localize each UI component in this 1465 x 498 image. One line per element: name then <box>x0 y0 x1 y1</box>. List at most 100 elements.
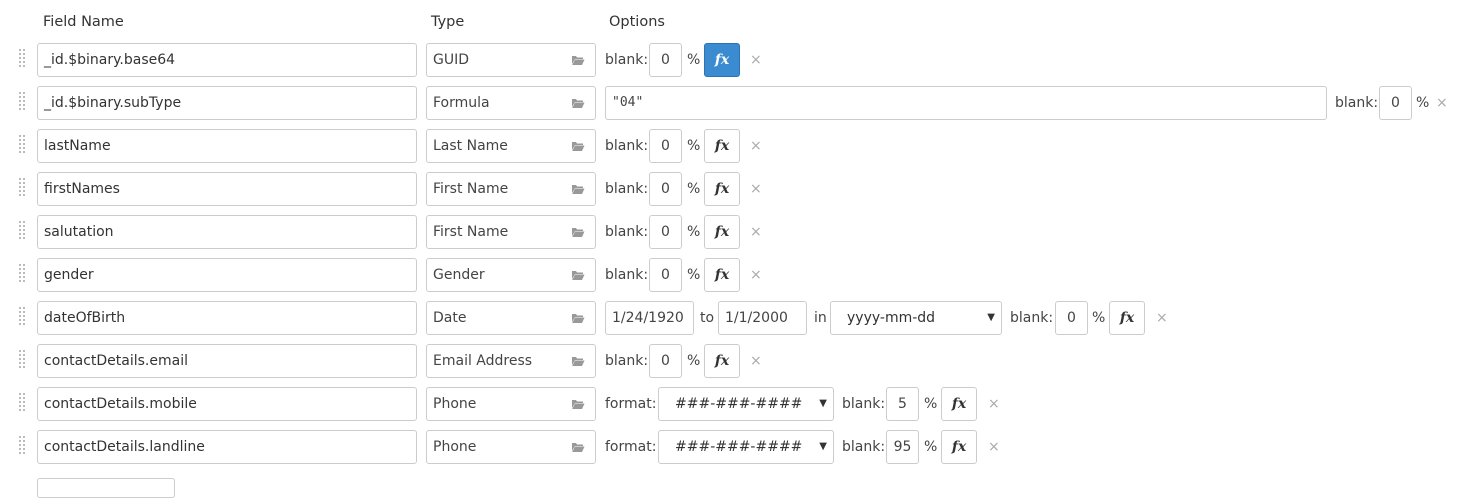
chevron-down-icon: ▼ <box>987 312 995 323</box>
type-label: Last Name <box>433 138 508 154</box>
type-selector-button[interactable]: Date <box>426 301 596 335</box>
field-row: gender Gender blank: 0 % fx × <box>0 258 1465 292</box>
drag-handle-icon[interactable] <box>19 221 27 241</box>
field-name-input[interactable]: contactDetails.email <box>37 344 417 378</box>
drag-handle-icon[interactable] <box>19 393 27 413</box>
type-selector-button[interactable]: First Name <box>426 215 596 249</box>
field-name-input[interactable]: gender <box>37 258 417 292</box>
close-icon[interactable]: × <box>750 215 762 249</box>
type-selector-button[interactable]: Formula <box>426 86 596 120</box>
type-label: Date <box>433 310 467 326</box>
folder-icon <box>572 142 585 151</box>
blank-percent-input[interactable]: 0 <box>649 258 682 292</box>
folder-icon <box>572 271 585 280</box>
field-name-input[interactable]: _id.$binary.subType <box>37 86 417 120</box>
type-selector-button[interactable]: Phone <box>426 430 596 464</box>
type-label: Phone <box>433 396 477 412</box>
chevron-down-icon: ▼ <box>819 398 827 409</box>
blank-percent-input[interactable]: 0 <box>1379 86 1412 120</box>
type-selector-button[interactable]: GUID <box>426 43 596 77</box>
folder-icon <box>572 400 585 409</box>
type-label: First Name <box>433 181 509 197</box>
field-name-input[interactable]: lastName <box>37 129 417 163</box>
phone-format-select[interactable]: ###-###-#### ▼ <box>658 430 834 464</box>
date-to-input[interactable]: 1/1/2000 <box>718 301 807 335</box>
blank-percent-input[interactable]: 0 <box>649 215 682 249</box>
blank-percent-input[interactable]: 0 <box>1055 301 1088 335</box>
field-name-input[interactable]: firstNames <box>37 172 417 206</box>
formula-button[interactable]: fx <box>704 258 740 292</box>
close-icon[interactable]: × <box>750 129 762 163</box>
date-format-value: yyyy-mm-dd <box>847 310 936 326</box>
field-row: salutation First Name blank: 0 % fx × <box>0 215 1465 249</box>
type-selector-button[interactable]: Last Name <box>426 129 596 163</box>
blank-label: blank: <box>605 353 649 369</box>
blank-percent-input[interactable]: 0 <box>649 344 682 378</box>
close-icon[interactable]: × <box>750 258 762 292</box>
close-icon[interactable]: × <box>750 172 762 206</box>
formula-button[interactable]: fx <box>704 129 740 163</box>
phone-format-select[interactable]: ###-###-#### ▼ <box>658 387 834 421</box>
folder-icon <box>572 314 585 323</box>
field-name-input[interactable]: contactDetails.landline <box>37 430 417 464</box>
formula-button[interactable]: fx <box>941 430 977 464</box>
type-label: First Name <box>433 224 509 240</box>
close-icon[interactable]: × <box>1156 301 1168 335</box>
close-icon[interactable]: × <box>988 387 1000 421</box>
drag-handle-icon[interactable] <box>19 92 27 112</box>
folder-icon <box>572 357 585 366</box>
close-icon[interactable]: × <box>988 430 1000 464</box>
phone-format-value: ###-###-#### <box>675 439 803 455</box>
field-row: _id.$binary.base64 GUID blank: 0 % fx × <box>0 43 1465 77</box>
formula-button[interactable]: fx <box>704 215 740 249</box>
type-selector-button[interactable]: Email Address <box>426 344 596 378</box>
formula-button[interactable]: fx <box>704 43 740 77</box>
field-row: firstNames First Name blank: 0 % fx × <box>0 172 1465 206</box>
date-format-select[interactable]: yyyy-mm-dd ▼ <box>830 301 1002 335</box>
type-label: Formula <box>433 95 490 111</box>
drag-handle-icon[interactable] <box>19 350 27 370</box>
date-from-input[interactable]: 1/24/1920 <box>605 301 694 335</box>
drag-handle-icon[interactable] <box>19 49 27 69</box>
blank-percent-input[interactable]: 5 <box>886 387 919 421</box>
formula-button[interactable]: fx <box>1109 301 1145 335</box>
field-row: dateOfBirth Date 1/24/1920 to 1/1/2000 i… <box>0 301 1465 335</box>
folder-icon <box>572 99 585 108</box>
drag-handle-icon[interactable] <box>19 436 27 456</box>
blank-label: blank: <box>1335 95 1379 111</box>
field-name-input[interactable]: dateOfBirth <box>37 301 417 335</box>
type-label: Phone <box>433 439 477 455</box>
blank-percent-input[interactable]: 0 <box>649 129 682 163</box>
type-selector-button[interactable]: First Name <box>426 172 596 206</box>
blank-percent-input[interactable]: 95 <box>886 430 919 464</box>
chevron-down-icon: ▼ <box>819 441 827 452</box>
close-icon[interactable]: × <box>1436 86 1448 120</box>
blank-percent-input[interactable]: 0 <box>649 172 682 206</box>
header-type: Type <box>431 14 465 30</box>
close-icon[interactable]: × <box>750 344 762 378</box>
formula-button[interactable]: fx <box>941 387 977 421</box>
drag-handle-icon[interactable] <box>19 135 27 155</box>
field-name-input[interactable]: contactDetails.mobile <box>37 387 417 421</box>
blank-label: blank: <box>605 52 649 68</box>
drag-handle-icon[interactable] <box>19 264 27 284</box>
field-name-input[interactable]: _id.$binary.base64 <box>37 43 417 77</box>
drag-handle-icon[interactable] <box>19 178 27 198</box>
close-icon[interactable]: × <box>750 43 762 77</box>
type-selector-button[interactable]: Phone <box>426 387 596 421</box>
field-name-input[interactable]: salutation <box>37 215 417 249</box>
percent-label: % <box>687 224 701 240</box>
field-row: lastName Last Name blank: 0 % fx × <box>0 129 1465 163</box>
blank-percent-input[interactable]: 0 <box>649 43 682 77</box>
formula-input[interactable]: "04" <box>605 86 1327 120</box>
folder-icon <box>572 185 585 194</box>
field-row: contactDetails.email Email Address blank… <box>0 344 1465 378</box>
blank-label: blank: <box>842 439 886 455</box>
percent-label: % <box>1416 95 1430 111</box>
drag-handle-icon[interactable] <box>19 307 27 327</box>
add-field-button[interactable] <box>37 478 175 498</box>
type-selector-button[interactable]: Gender <box>426 258 596 292</box>
formula-button[interactable]: fx <box>704 172 740 206</box>
field-row: _id.$binary.subType Formula "04" blank: … <box>0 86 1465 120</box>
formula-button[interactable]: fx <box>704 344 740 378</box>
